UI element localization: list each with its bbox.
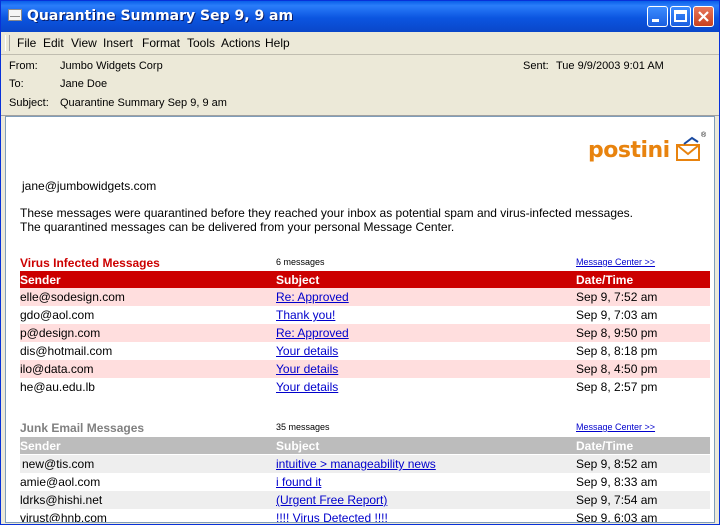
col-subject: Subject xyxy=(276,273,320,287)
virus-section-title: Virus Infected Messages xyxy=(20,256,160,270)
row-subject-link[interactable]: Your details xyxy=(276,344,338,358)
table-row[interactable]: elle@sodesign.com Re: Approved Sep 9, 7:… xyxy=(20,288,710,306)
menu-bar: File Edit View Insert Format Tools Actio… xyxy=(1,32,719,55)
to-label: To: xyxy=(9,78,24,90)
row-subject-link[interactable]: Your details xyxy=(276,362,338,376)
row-sender: virust@hnb.com xyxy=(20,511,107,523)
email-window: Quarantine Summary Sep 9, 9 am File Edit… xyxy=(0,0,720,525)
row-sender: ldrks@hishi.net xyxy=(20,493,103,507)
table-row[interactable]: p@design.com Re: Approved Sep 8, 9:50 pm xyxy=(20,324,710,342)
menu-help[interactable]: Help xyxy=(265,36,290,50)
row-sender: gdo@aol.com xyxy=(20,308,95,322)
row-sender: new@tis.com xyxy=(22,457,95,471)
row-date: Sep 9, 8:52 am xyxy=(576,457,658,471)
table-row[interactable]: ilo@data.com Your details Sep 8, 4:50 pm xyxy=(20,360,710,378)
intro-line-2: The quarantined messages can be delivere… xyxy=(20,220,455,234)
toolbar-grip[interactable] xyxy=(5,35,10,51)
close-icon xyxy=(698,11,709,22)
row-subject-link[interactable]: Re: Approved xyxy=(276,326,349,340)
row-date: Sep 8, 2:57 pm xyxy=(576,380,658,394)
table-row[interactable]: ldrks@hishi.net (Urgent Free Report) Sep… xyxy=(20,491,710,509)
close-button[interactable] xyxy=(693,6,714,27)
recipient-address: jane@jumbowidgets.com xyxy=(22,179,157,193)
table-row[interactable]: gdo@aol.com Thank you! Sep 9, 7:03 am xyxy=(20,306,710,324)
row-date: Sep 9, 7:03 am xyxy=(576,308,658,322)
row-sender: p@design.com xyxy=(20,326,101,340)
table-row[interactable]: he@au.edu.lb Your details Sep 8, 2:57 pm xyxy=(20,378,710,396)
row-subject-link[interactable]: Your details xyxy=(276,380,338,394)
envelope-logo-icon xyxy=(676,136,700,161)
col-subject: Subject xyxy=(276,439,320,453)
menu-tools[interactable]: Tools xyxy=(187,36,215,50)
col-date: Date/Time xyxy=(576,439,634,453)
row-sender: he@au.edu.lb xyxy=(20,380,95,394)
row-date: Sep 9, 7:54 am xyxy=(576,493,658,507)
col-date: Date/Time xyxy=(576,273,634,287)
menu-file[interactable]: File xyxy=(17,36,36,50)
row-date: Sep 9, 7:52 am xyxy=(576,290,658,304)
row-subject-link[interactable]: Thank you! xyxy=(276,308,335,322)
subject-label: Subject: xyxy=(9,97,49,109)
row-subject-link[interactable]: i found it xyxy=(276,475,321,489)
row-date: Sep 8, 4:50 pm xyxy=(576,362,658,376)
logo-wordmark: postini xyxy=(588,138,670,163)
junk-section-title: Junk Email Messages xyxy=(20,421,145,435)
table-row[interactable]: new@tis.com intuitive > manageability ne… xyxy=(20,455,710,473)
row-subject-link[interactable]: Re: Approved xyxy=(276,290,349,304)
menu-view[interactable]: View xyxy=(71,36,97,50)
row-date: Sep 8, 9:50 pm xyxy=(576,326,658,340)
registered-mark: ® xyxy=(701,132,707,139)
from-label: From: xyxy=(9,60,38,72)
row-subject-link[interactable]: (Urgent Free Report) xyxy=(276,493,387,507)
sent-label: Sent: xyxy=(523,60,549,72)
sent-value: Tue 9/9/2003 9:01 AM xyxy=(556,60,664,72)
window-title: Quarantine Summary Sep 9, 9 am xyxy=(27,8,294,24)
col-sender: Sender xyxy=(20,273,61,287)
message-header: From: Jumbo Widgets Corp To: Jane Doe Su… xyxy=(1,55,719,116)
row-sender: dis@hotmail.com xyxy=(20,344,113,358)
junk-table-header: Sender Subject Date/Time xyxy=(20,437,710,454)
virus-message-center-link[interactable]: Message Center >> xyxy=(576,257,655,267)
intro-line-1: These messages were quarantined before t… xyxy=(20,206,634,220)
minimize-icon xyxy=(652,19,659,22)
virus-count: 6 messages xyxy=(276,257,325,267)
row-date: Sep 8, 8:18 pm xyxy=(576,344,658,358)
row-subject-link[interactable]: intuitive > manageability news xyxy=(276,457,436,471)
table-row[interactable]: virust@hnb.com !!!! Virus Detected !!!! … xyxy=(20,509,710,523)
title-bar[interactable]: Quarantine Summary Sep 9, 9 am xyxy=(1,1,719,32)
junk-count: 35 messages xyxy=(276,422,330,432)
row-date: Sep 9, 8:33 am xyxy=(576,475,658,489)
message-icon[interactable] xyxy=(8,9,22,21)
table-row[interactable]: dis@hotmail.com Your details Sep 8, 8:18… xyxy=(20,342,710,360)
to-value: Jane Doe xyxy=(60,78,108,90)
row-date: Sep 9, 6:03 am xyxy=(576,511,658,523)
row-sender: amie@aol.com xyxy=(20,475,101,489)
from-value: Jumbo Widgets Corp xyxy=(60,60,163,72)
table-row[interactable]: amie@aol.com i found it Sep 9, 8:33 am xyxy=(20,473,710,491)
menu-actions[interactable]: Actions xyxy=(221,36,260,50)
virus-table-header: Sender Subject Date/Time xyxy=(20,271,710,288)
row-sender: elle@sodesign.com xyxy=(20,290,125,304)
postini-logo: postini ® xyxy=(588,132,710,166)
menu-edit[interactable]: Edit xyxy=(43,36,64,50)
subject-value: Quarantine Summary Sep 9, 9 am xyxy=(60,97,227,109)
menu-insert[interactable]: Insert xyxy=(103,36,133,50)
maximize-button[interactable] xyxy=(670,6,691,27)
col-sender: Sender xyxy=(20,439,61,453)
message-body[interactable]: postini ® jane@jumbowidgets.com These me… xyxy=(5,116,715,523)
maximize-icon xyxy=(674,10,687,22)
menu-format[interactable]: Format xyxy=(142,36,180,50)
junk-message-center-link[interactable]: Message Center >> xyxy=(576,422,655,432)
row-subject-link[interactable]: !!!! Virus Detected !!!! xyxy=(276,511,388,522)
row-sender: ilo@data.com xyxy=(20,362,94,376)
minimize-button[interactable] xyxy=(647,6,668,27)
